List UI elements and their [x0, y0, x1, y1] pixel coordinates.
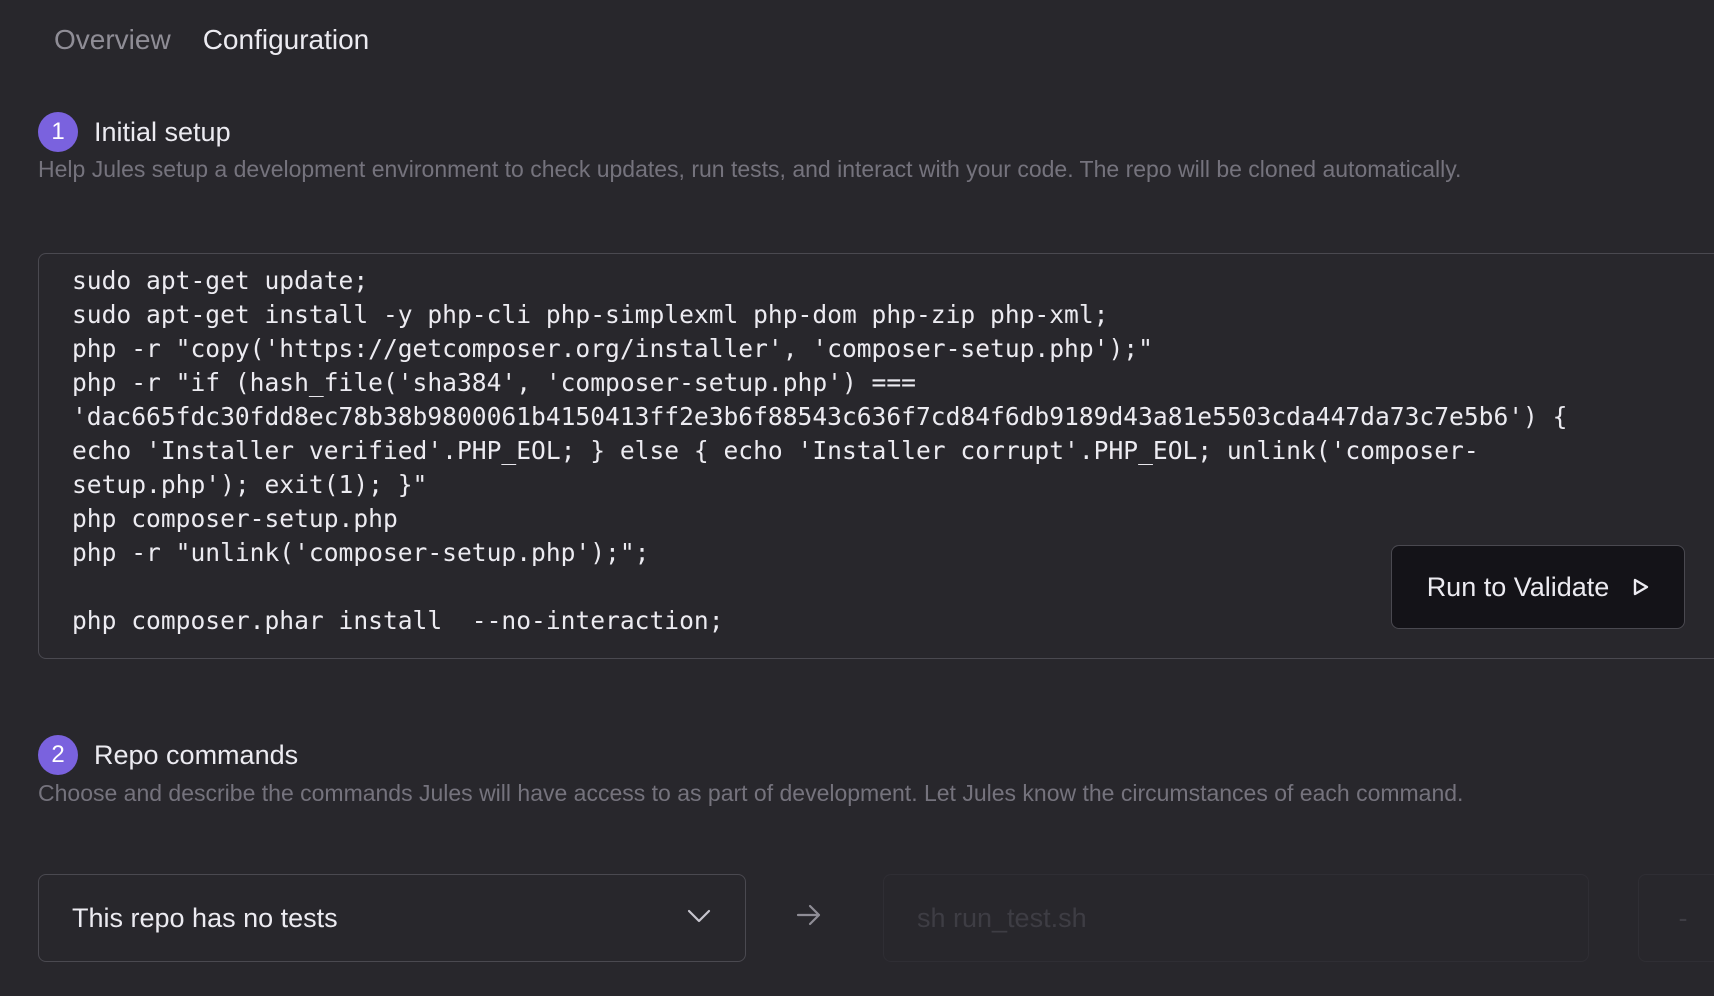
step-2-header: 2 Repo commands: [38, 735, 298, 775]
step-1-header: 1 Initial setup: [38, 112, 231, 152]
setup-script-code[interactable]: sudo apt-get update; sudo apt-get instal…: [72, 264, 1567, 638]
step-2-description: Choose and describe the commands Jules w…: [38, 780, 1464, 806]
play-icon: [1633, 578, 1649, 596]
step-1-title: Initial setup: [94, 116, 231, 147]
tab-configuration[interactable]: Configuration: [203, 20, 370, 60]
arrow-right-icon: [796, 903, 822, 932]
step-1-description: Help Jules setup a development environme…: [38, 156, 1462, 182]
test-command-action-button[interactable]: -: [1638, 874, 1714, 962]
test-type-dropdown[interactable]: This repo has no tests: [38, 874, 746, 962]
tab-bar: Overview Configuration: [54, 20, 369, 60]
step-1-number-badge: 1: [38, 112, 78, 152]
run-to-validate-label: Run to Validate: [1426, 571, 1610, 602]
chevron-down-icon: [687, 909, 711, 928]
test-type-selected-value: This repo has no tests: [72, 902, 338, 933]
step-2-number-badge: 2: [38, 735, 78, 775]
tab-overview[interactable]: Overview: [54, 20, 171, 60]
test-command-input[interactable]: [883, 874, 1589, 962]
step-2-title: Repo commands: [94, 739, 299, 770]
run-to-validate-button[interactable]: Run to Validate: [1391, 545, 1685, 629]
